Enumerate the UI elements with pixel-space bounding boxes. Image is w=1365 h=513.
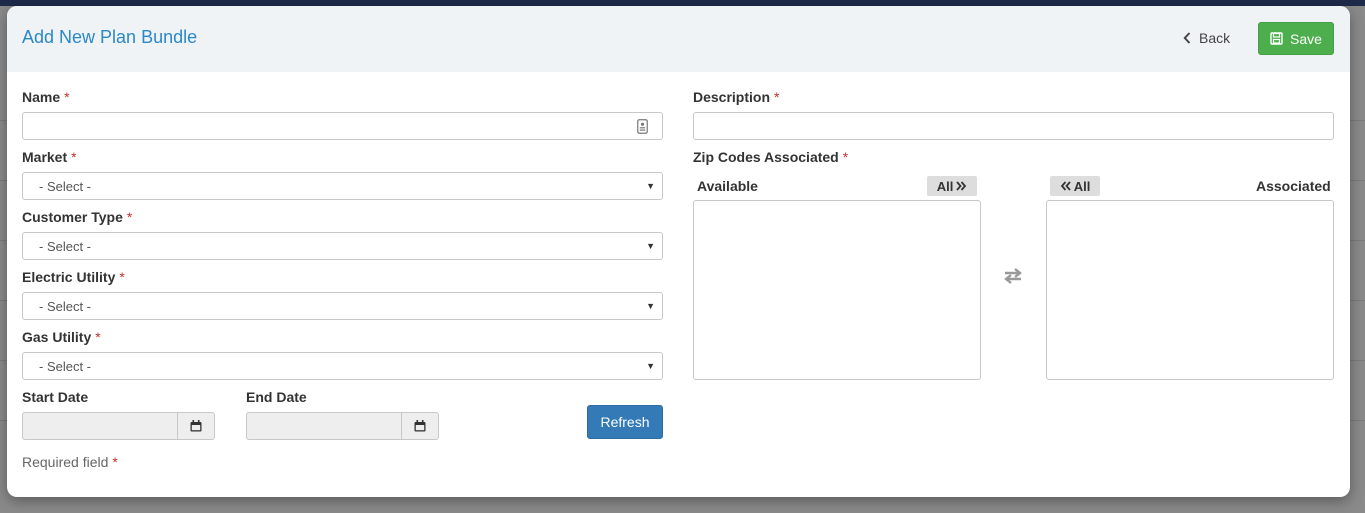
description-label-text: Description [693, 89, 771, 105]
electric-utility-select-value: - Select - [39, 298, 92, 314]
required-field-note-text: Required field [22, 454, 109, 470]
refresh-button[interactable]: Refresh [587, 405, 663, 439]
move-all-right-label: All [936, 178, 954, 194]
available-zip-list[interactable] [693, 200, 981, 380]
modal-title: Add New Plan Bundle [22, 27, 198, 47]
required-asterisk: * [95, 329, 101, 345]
start-date-input[interactable] [22, 412, 177, 440]
modal-header: Add New Plan Bundle Back Save [7, 6, 1350, 72]
market-select-value: - Select - [39, 178, 92, 194]
back-button[interactable]: Back [1183, 27, 1230, 49]
required-asterisk: * [842, 149, 849, 165]
associated-zip-list[interactable] [1046, 200, 1334, 380]
name-label: Name * [22, 89, 70, 105]
electric-utility-label-text: Electric Utility [22, 269, 116, 285]
description-label: Description * [693, 89, 779, 105]
caret-down-icon: ▼ [646, 181, 655, 191]
end-date-input[interactable] [246, 412, 401, 440]
move-all-left-button[interactable]: All [1050, 176, 1100, 196]
market-select[interactable]: - Select - ▼ [22, 172, 663, 200]
calendar-icon [190, 420, 202, 432]
caret-down-icon: ▼ [646, 241, 655, 251]
customer-type-label: Customer Type * [22, 209, 132, 225]
caret-down-icon: ▼ [646, 301, 655, 311]
gas-utility-select[interactable]: - Select - ▼ [22, 352, 663, 380]
required-field-note: Required field * [22, 454, 118, 470]
market-label-text: Market [22, 149, 68, 165]
electric-utility-select[interactable]: - Select - ▼ [22, 292, 663, 320]
market-label: Market * [22, 149, 77, 165]
save-button[interactable]: Save [1258, 22, 1334, 55]
calendar-icon [414, 420, 426, 432]
double-chevron-left-icon [1060, 181, 1071, 191]
customer-type-select-value: - Select - [39, 238, 92, 254]
available-list-title: Available [697, 178, 758, 194]
electric-utility-label: Electric Utility * [22, 269, 125, 285]
required-asterisk: * [71, 149, 77, 165]
required-asterisk: * [64, 89, 70, 105]
description-input[interactable] [693, 112, 1334, 140]
chevron-left-icon [1183, 32, 1191, 44]
move-all-right-button[interactable]: All [927, 176, 977, 196]
id-card-icon [637, 119, 648, 134]
zip-codes-label: Zip Codes Associated * [693, 149, 848, 165]
gas-utility-select-value: - Select - [39, 358, 92, 374]
save-button-label: Save [1290, 30, 1322, 47]
floppy-disk-icon [1270, 32, 1283, 45]
add-plan-bundle-modal: Add New Plan Bundle Back Save Name * Mar… [7, 6, 1350, 497]
required-asterisk: * [112, 454, 118, 470]
double-chevron-right-icon [956, 181, 967, 191]
start-date-calendar-button[interactable] [177, 412, 215, 440]
move-all-left-label: All [1073, 178, 1091, 194]
required-asterisk: * [774, 89, 780, 105]
back-button-label: Back [1199, 30, 1231, 46]
caret-down-icon: ▼ [646, 361, 655, 371]
start-date-label: Start Date [22, 389, 89, 405]
swap-arrows-icon [1004, 268, 1022, 284]
customer-type-label-text: Customer Type [22, 209, 123, 225]
gas-utility-label: Gas Utility * [22, 329, 101, 345]
required-asterisk: * [126, 209, 133, 225]
name-input[interactable] [22, 112, 663, 140]
associated-list-title: Associated [1256, 178, 1331, 194]
end-date-group [246, 412, 439, 440]
end-date-calendar-button[interactable] [401, 412, 439, 440]
gas-utility-label-text: Gas Utility [22, 329, 92, 345]
customer-type-select[interactable]: - Select - ▼ [22, 232, 663, 260]
required-asterisk: * [119, 269, 125, 285]
name-label-text: Name [22, 89, 61, 105]
start-date-group [22, 412, 215, 440]
end-date-label: End Date [246, 389, 307, 405]
zip-codes-label-text: Zip Codes Associated [693, 149, 839, 165]
